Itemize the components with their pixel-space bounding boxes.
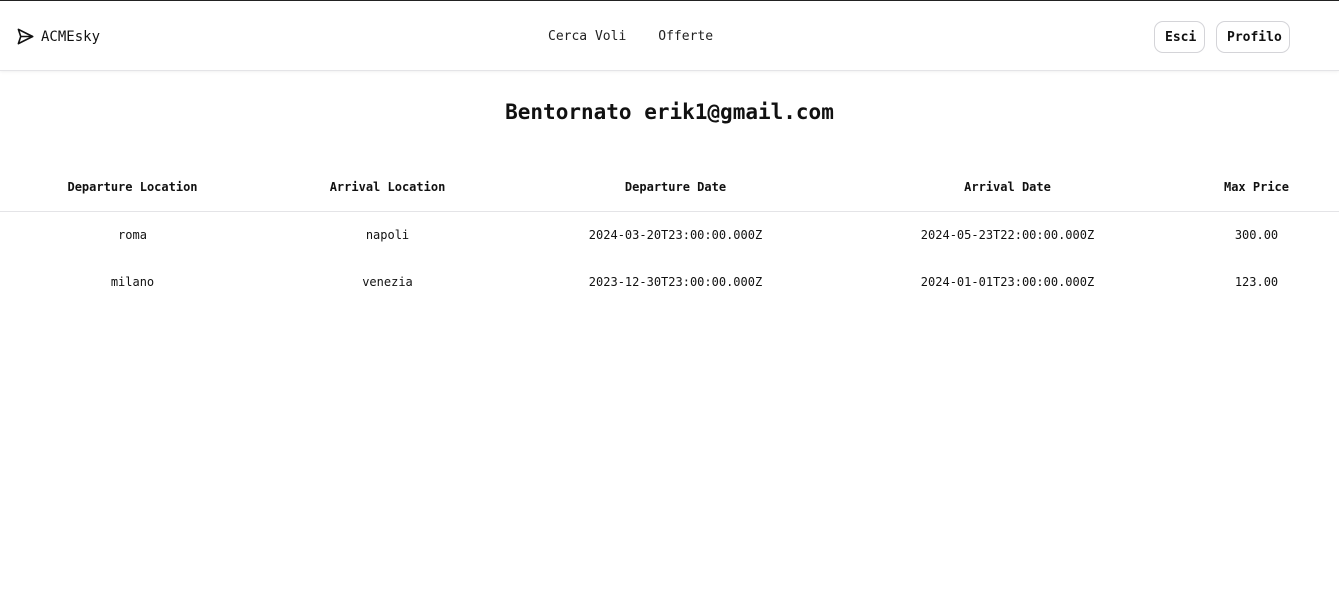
column-header-arrival-location: Arrival Location [265,164,510,212]
table-row: milano venezia 2023-12-30T23:00:00.000Z … [0,258,1339,305]
column-header-departure-date: Departure Date [510,164,841,212]
cell-max-price: 123.00 [1234,274,1279,289]
nav-item-offerte[interactable]: Offerte [658,29,713,44]
cell-arrival-location: napoli [365,227,410,242]
cell-departure-location: milano [110,274,155,289]
nav-item-cerca-voli[interactable]: Cerca Voli [548,29,626,44]
column-header-arrival-date: Arrival Date [841,164,1174,212]
cell-arrival-date: 2024-05-23T22:00:00.000Z [920,227,1095,242]
top-navbar: ACMEsky Cerca Voli Offerte Esci Profilo [0,0,1339,71]
cell-max-price: 300.00 [1234,227,1279,242]
table-row: roma napoli 2024-03-20T23:00:00.000Z 202… [0,211,1339,258]
cell-arrival-date: 2024-01-01T23:00:00.000Z [920,274,1095,289]
flight-preferences-table: Departure Location Arrival Location Depa… [0,164,1339,305]
cell-departure-date: 2024-03-20T23:00:00.000Z [588,227,763,242]
welcome-heading: Bentornato erik1@gmail.com [505,100,834,124]
brand-name: ACMEsky [41,28,101,45]
main-nav: Cerca Voli Offerte [548,29,713,44]
cell-departure-location: roma [118,227,147,242]
column-header-departure-location: Departure Location [0,164,265,212]
table-header-row: Departure Location Arrival Location Depa… [0,164,1339,212]
brand-link[interactable]: ACMEsky [16,27,100,46]
cell-departure-date: 2023-12-30T23:00:00.000Z [588,274,763,289]
column-header-max-price: Max Price [1174,164,1339,212]
logout-button[interactable]: Esci [1154,21,1205,53]
cell-arrival-location: venezia [362,274,413,289]
profile-button[interactable]: Profilo [1216,21,1290,53]
paper-plane-icon [17,28,34,45]
